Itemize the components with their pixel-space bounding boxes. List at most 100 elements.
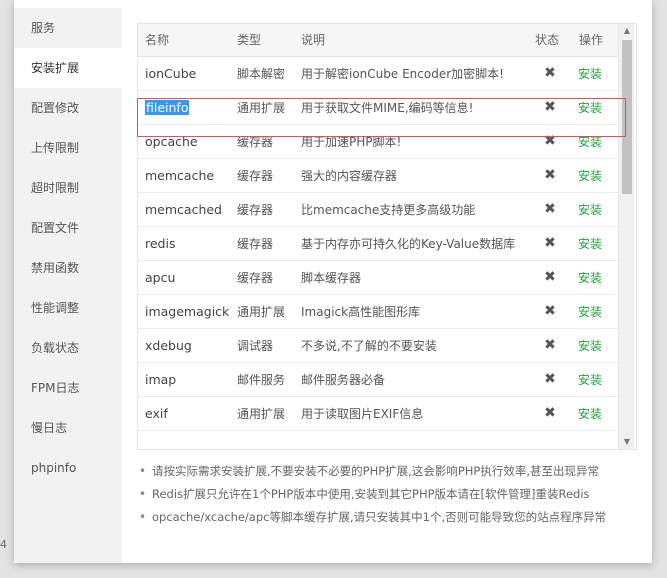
install-button[interactable]: 安装 bbox=[578, 67, 602, 81]
table-row: ionCube 脚本解密 用于解密ionCube Encoder加密脚本! ✖ 安装 bbox=[138, 56, 619, 91]
extension-op: 安装 bbox=[572, 192, 619, 227]
extension-name bbox=[138, 430, 230, 449]
extension-type: 通用扩展 bbox=[230, 90, 294, 125]
table-header-row: 名称 类型 说明 状态 操作 bbox=[138, 24, 619, 57]
x-icon: ✖ bbox=[544, 133, 556, 149]
install-button[interactable]: 安装 bbox=[578, 135, 602, 149]
sidebar-item-install-extensions[interactable]: 安装扩展 bbox=[14, 48, 122, 88]
scroll-up-arrow-icon[interactable]: ▲ bbox=[619, 24, 635, 38]
sidebar-item-fpm-log[interactable]: FPM日志 bbox=[14, 368, 122, 408]
extension-status: ✖ bbox=[528, 362, 572, 397]
extension-name: exif bbox=[138, 396, 230, 431]
extension-type: 缓存器 bbox=[230, 192, 294, 227]
extension-status: ✖ bbox=[528, 90, 572, 125]
extension-desc: 用于解密ionCube Encoder加密脚本! bbox=[294, 56, 528, 91]
extension-op: 安装 bbox=[572, 124, 619, 159]
extension-status: ✖ bbox=[528, 260, 572, 295]
sidebar: 服务 安装扩展 配置修改 上传限制 超时限制 配置文件 禁用函数 性能调整 负载… bbox=[14, 8, 122, 563]
x-icon: ✖ bbox=[544, 167, 556, 183]
x-icon: ✖ bbox=[544, 201, 556, 217]
extension-status: ✖ bbox=[528, 192, 572, 227]
extension-desc bbox=[294, 430, 528, 449]
install-button[interactable]: 安装 bbox=[578, 101, 602, 115]
extension-type bbox=[230, 430, 294, 449]
bullet-icon: • bbox=[139, 487, 147, 501]
scroll-down-arrow-icon[interactable]: ▼ bbox=[619, 435, 635, 449]
extension-desc: 用于获取文件MIME,编码等信息! bbox=[294, 90, 528, 125]
table-row: xdebug 调试器 不多说,不了解的不要安装 ✖ 安装 bbox=[138, 328, 619, 363]
table-row: imagemagick 通用扩展 Imagick高性能图形库 ✖ 安装 bbox=[138, 294, 619, 329]
note-item: • 请按实际需求安装扩展,不要安装不必要的PHP扩展,这会影响PHP执行效率,甚至… bbox=[137, 460, 647, 483]
sidebar-item-timeout-limit[interactable]: 超时限制 bbox=[14, 168, 122, 208]
extension-type: 缓存器 bbox=[230, 158, 294, 193]
install-button[interactable]: 安装 bbox=[578, 203, 602, 217]
extension-name: memcache bbox=[138, 158, 230, 193]
extension-name: ionCube bbox=[138, 56, 230, 91]
sidebar-item-slow-log[interactable]: 慢日志 bbox=[14, 408, 122, 448]
extension-desc: 用于加速PHP脚本! bbox=[294, 124, 528, 159]
extension-op: 安装 bbox=[572, 158, 619, 193]
x-icon: ✖ bbox=[544, 99, 556, 115]
header-type: 类型 bbox=[230, 24, 294, 57]
extension-type: 缓存器 bbox=[230, 226, 294, 261]
extension-name: memcached bbox=[138, 192, 230, 227]
scroll-thumb[interactable] bbox=[622, 40, 632, 194]
extension-status: ✖ bbox=[528, 328, 572, 363]
extension-op: 安装 bbox=[572, 226, 619, 261]
extension-status: ✖ bbox=[528, 294, 572, 329]
extension-op: 安装 bbox=[572, 56, 619, 91]
x-icon: ✖ bbox=[544, 405, 556, 421]
extension-type: 缓存器 bbox=[230, 124, 294, 159]
extension-type: 通用扩展 bbox=[230, 396, 294, 431]
extension-type: 缓存器 bbox=[230, 260, 294, 295]
table-row: redis 缓存器 基于内存亦可持久化的Key-Value数据库 ✖ 安装 bbox=[138, 226, 619, 261]
extension-op bbox=[572, 430, 619, 449]
extension-type: 调试器 bbox=[230, 328, 294, 363]
install-button[interactable]: 安装 bbox=[578, 339, 602, 353]
background-fragment-text: 4 bbox=[0, 538, 7, 551]
install-button[interactable]: 安装 bbox=[578, 169, 602, 183]
extension-status: ✖ bbox=[528, 226, 572, 261]
install-button[interactable]: 安装 bbox=[578, 407, 602, 421]
sidebar-item-performance[interactable]: 性能调整 bbox=[14, 288, 122, 328]
extension-desc: 强大的内容缓存器 bbox=[294, 158, 528, 193]
sidebar-item-upload-limit[interactable]: 上传限制 bbox=[14, 128, 122, 168]
extension-op: 安装 bbox=[572, 260, 619, 295]
table-row: memcache 缓存器 强大的内容缓存器 ✖ 安装 bbox=[138, 158, 619, 193]
extension-name: xdebug bbox=[138, 328, 230, 363]
extension-desc: Imagick高性能图形库 bbox=[294, 294, 528, 329]
header-op: 操作 bbox=[572, 24, 619, 57]
extension-name: imagemagick bbox=[138, 294, 230, 329]
x-icon: ✖ bbox=[544, 235, 556, 251]
sidebar-item-config-file[interactable]: 配置文件 bbox=[14, 208, 122, 248]
extension-op: 安装 bbox=[572, 362, 619, 397]
table-row: memcached 缓存器 比memcache支持更多高级功能 ✖ 安装 bbox=[138, 192, 619, 227]
table-row: opcache 缓存器 用于加速PHP脚本! ✖ 安装 bbox=[138, 124, 619, 159]
note-item: • opcache/xcache/apc等脚本缓存扩展,请只安装其中1个,否则可能… bbox=[137, 506, 647, 529]
sidebar-item-load-status[interactable]: 负载状态 bbox=[14, 328, 122, 368]
extension-desc: 脚本缓存器 bbox=[294, 260, 528, 295]
install-button[interactable]: 安装 bbox=[578, 271, 602, 285]
table-scrollbar[interactable]: ▲ ▼ bbox=[618, 24, 634, 449]
bullet-icon: • bbox=[139, 464, 147, 478]
extension-name: fileinfo bbox=[138, 90, 230, 125]
extension-type: 邮件服务 bbox=[230, 362, 294, 397]
extension-status: ✖ bbox=[528, 56, 572, 91]
x-icon: ✖ bbox=[544, 269, 556, 285]
install-button[interactable]: 安装 bbox=[578, 373, 602, 387]
sidebar-item-disabled-functions[interactable]: 禁用函数 bbox=[14, 248, 122, 288]
sidebar-item-phpinfo[interactable]: phpinfo bbox=[14, 448, 122, 488]
extensions-table-container[interactable]: 名称 类型 说明 状态 操作 ionCube 脚本解密 用于解密ionCube En… bbox=[137, 23, 637, 450]
header-name: 名称 bbox=[138, 24, 230, 57]
install-button[interactable]: 安装 bbox=[578, 237, 602, 251]
extensions-panel: 名称 类型 说明 状态 操作 ionCube 脚本解密 用于解密ionCube En… bbox=[122, 8, 652, 563]
extension-type: 通用扩展 bbox=[230, 294, 294, 329]
extension-status: ✖ bbox=[528, 158, 572, 193]
extension-desc: 邮件服务器必备 bbox=[294, 362, 528, 397]
extensions-table: 名称 类型 说明 状态 操作 ionCube 脚本解密 用于解密ionCube En… bbox=[138, 24, 619, 449]
sidebar-item-config-edit[interactable]: 配置修改 bbox=[14, 88, 122, 128]
install-button[interactable]: 安装 bbox=[578, 305, 602, 319]
sidebar-item-service[interactable]: 服务 bbox=[14, 8, 122, 48]
php-settings-dialog: 服务 安装扩展 配置修改 上传限制 超时限制 配置文件 禁用函数 性能调整 负载… bbox=[14, 0, 652, 563]
x-icon: ✖ bbox=[544, 337, 556, 353]
